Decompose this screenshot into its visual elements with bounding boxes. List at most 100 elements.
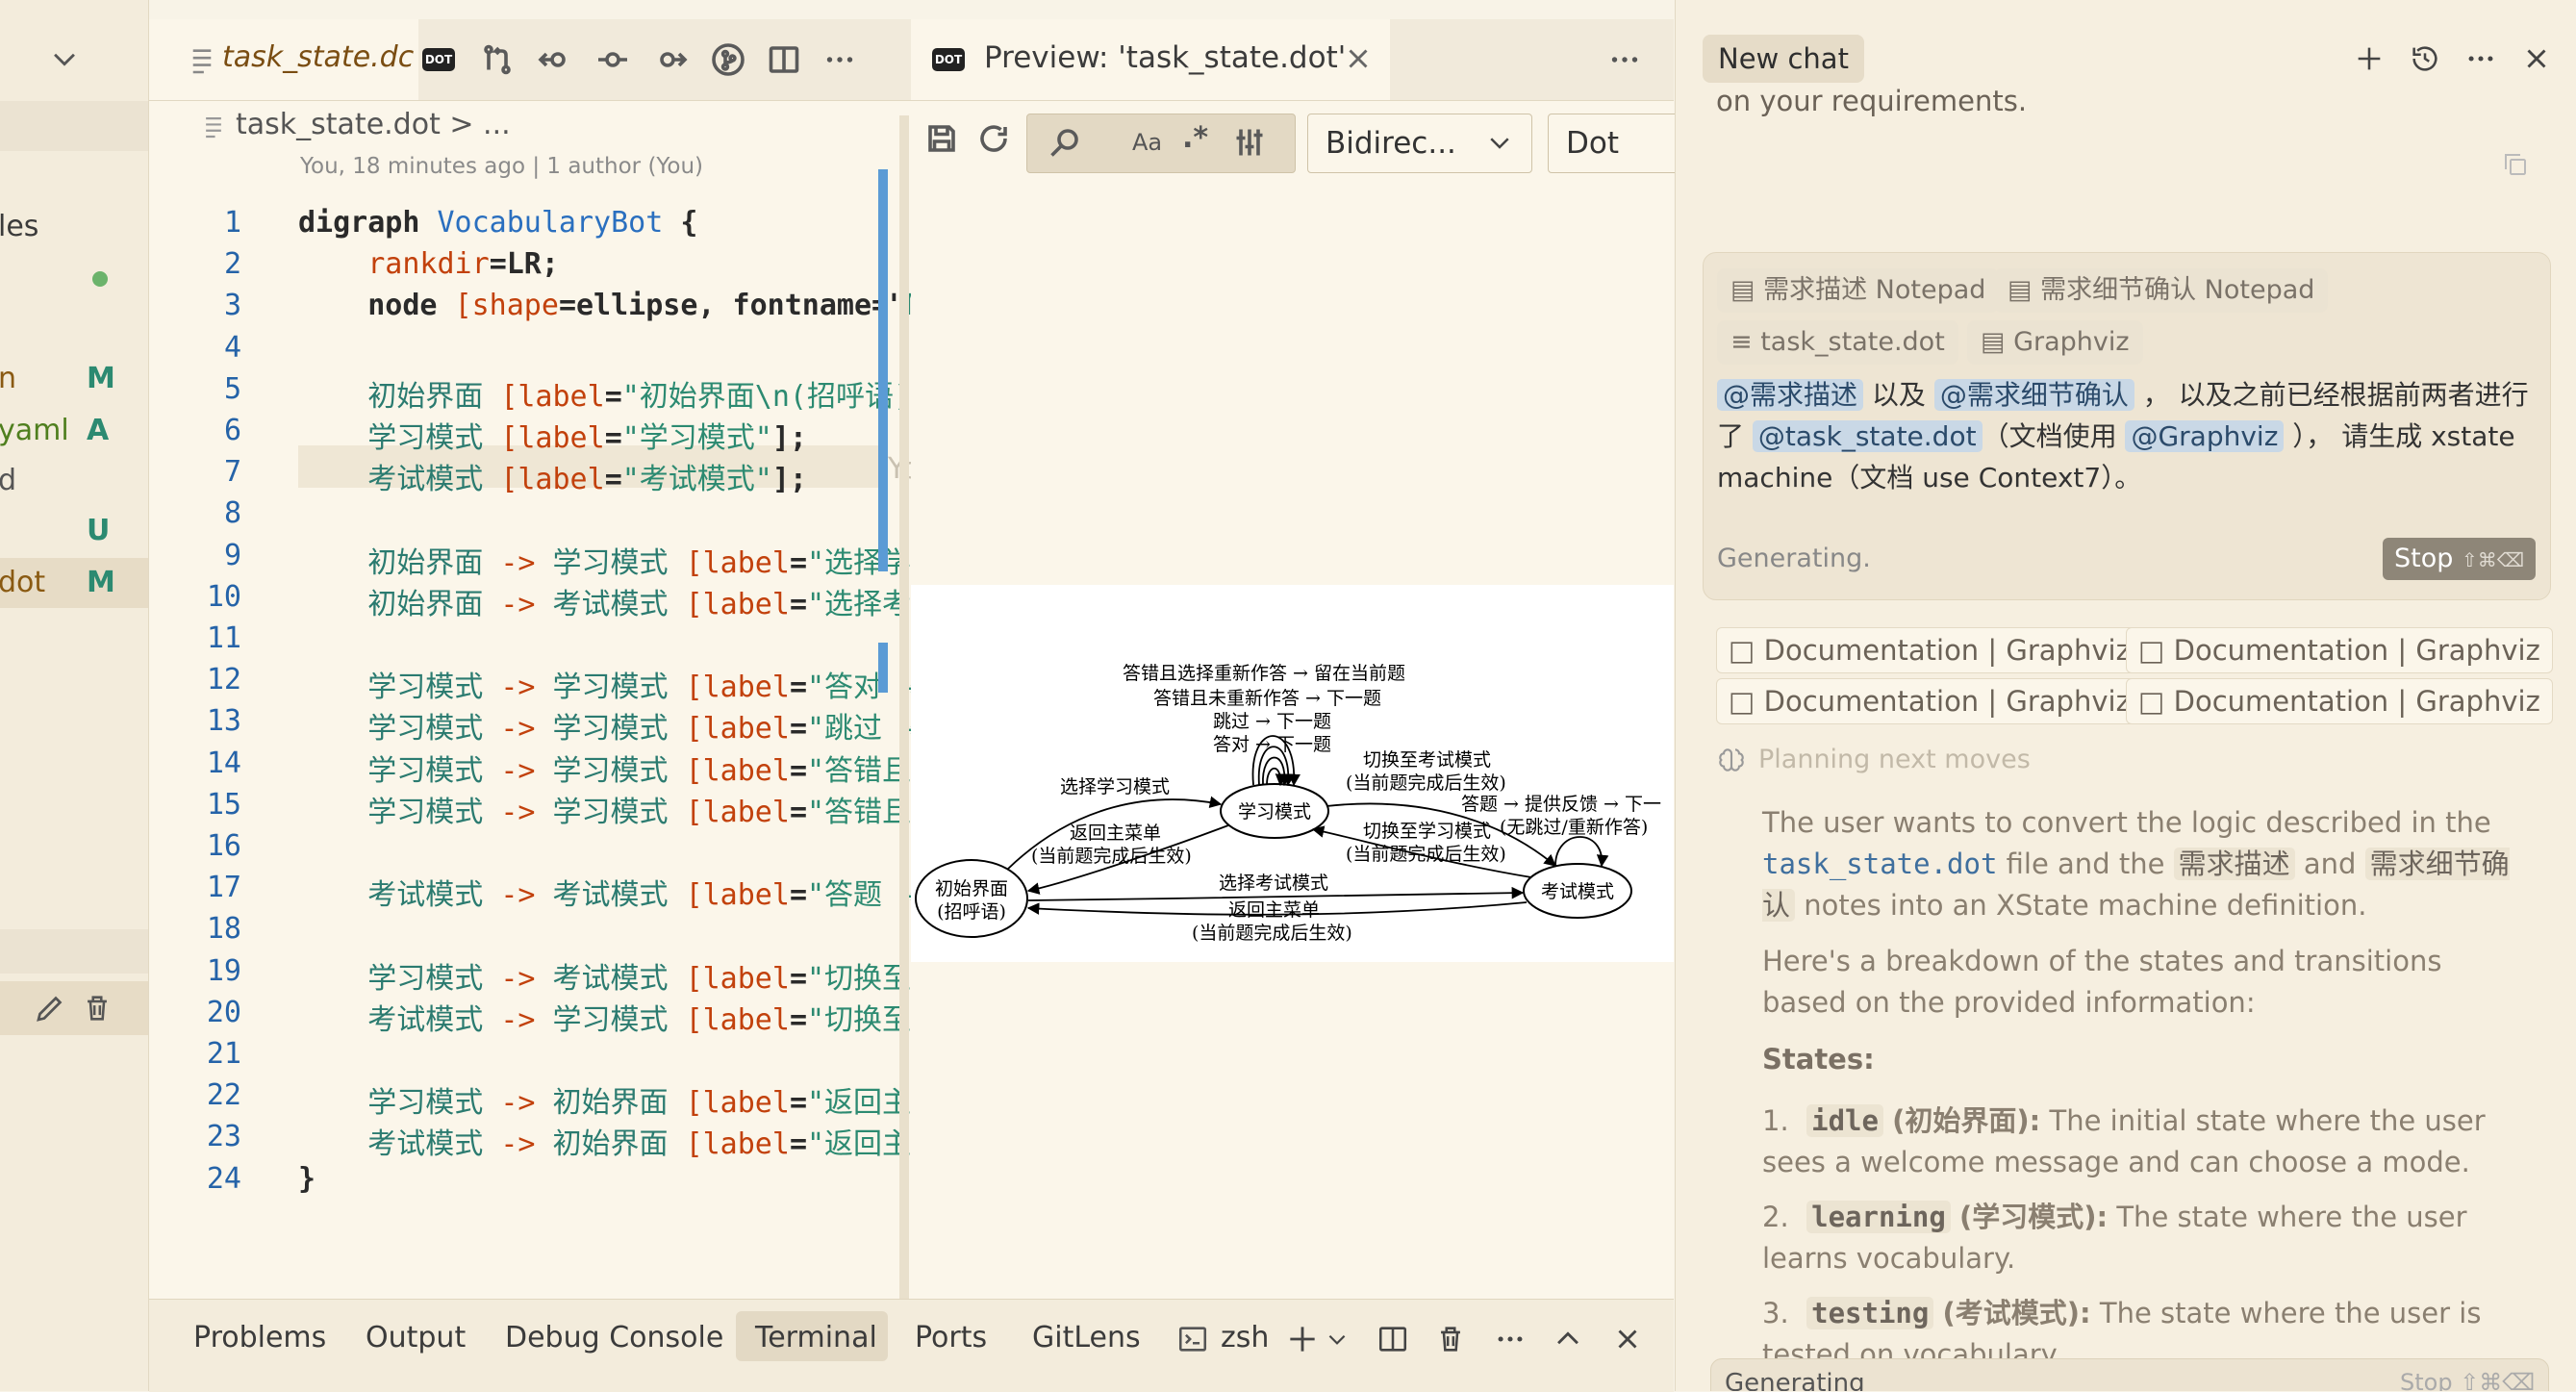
scrollbar[interactable]	[899, 115, 909, 1299]
file-item[interactable]: les	[0, 202, 148, 252]
chat-title-pill[interactable]: New chat	[1703, 35, 1864, 83]
split-terminal-icon[interactable]	[1376, 1323, 1409, 1359]
user-prompt-card[interactable]: ▤ 需求描述 Notepad ▤ 需求细节确认 Notepad ≡ task_s…	[1703, 252, 2551, 600]
state-name: (考试模式):	[1942, 1297, 2091, 1329]
planning-status[interactable]: Planning next moves	[1758, 745, 2031, 774]
more-actions-icon[interactable]	[1604, 38, 1646, 81]
doc-link[interactable]: □ Documentation | Graphviz	[2126, 678, 2553, 724]
terminal-shell-label[interactable]: zsh	[1221, 1321, 1269, 1354]
inline-code: 需求描述	[2173, 848, 2295, 880]
code-line: 初始界面 [label="初始界面\n(招呼语)"]	[298, 372, 911, 415]
maximize-panel-icon[interactable]	[1552, 1323, 1584, 1359]
match-case-toggle[interactable]: Aa	[1132, 129, 1162, 156]
close-panel-icon[interactable]	[1611, 1323, 1644, 1359]
history-icon[interactable]	[2409, 42, 2441, 79]
change-gutter-bar	[878, 643, 888, 693]
tab-terminal[interactable]: Terminal	[755, 1321, 877, 1354]
new-chat-icon[interactable]	[2353, 42, 2386, 79]
code-area[interactable]: 1 digraph VocabularyBot {2 rankdir=LR; 3 n…	[149, 19, 911, 1299]
explorer-sidebar: les nM yamlA d U dotM	[0, 0, 149, 1391]
line-number: 18	[206, 912, 241, 947]
code-token: [label	[685, 1127, 790, 1162]
node-learning-label: 学习模式	[1238, 801, 1311, 823]
stop-button[interactable]: Stop ⇧⌘⌫	[2383, 538, 2537, 580]
filter-settings-icon[interactable]	[1228, 121, 1271, 164]
chat-input-box[interactable]: Generating Stop ⇧⌘⌫	[1710, 1358, 2549, 1391]
file-item-active[interactable]: dot M	[0, 558, 148, 608]
file-name: dot	[0, 566, 46, 599]
tab-problems[interactable]: Problems	[193, 1321, 326, 1354]
inline-code: idle	[1806, 1104, 1883, 1137]
tab-ports[interactable]: Ports	[915, 1321, 987, 1354]
graph-canvas[interactable]: 初始界面 (招呼语) 学习模式 考试模式 答错且选择重新作答 → 留在当前题 答…	[911, 585, 1674, 962]
new-terminal-icon[interactable]	[1284, 1321, 1321, 1361]
file-item[interactable]: yaml A	[0, 406, 148, 456]
line-number: 8	[223, 496, 241, 531]
tab-gitlens[interactable]: GitLens	[1032, 1321, 1141, 1354]
file-item[interactable]: U	[0, 506, 148, 556]
regex-toggle[interactable]: .*	[1182, 121, 1208, 155]
doc-link[interactable]: □ Documentation | Graphviz	[2126, 627, 2553, 673]
close-icon[interactable]	[1342, 42, 1375, 79]
doc-icon: □	[1729, 634, 1764, 667]
notepad-icon: ▤	[2008, 275, 2041, 305]
selected-row[interactable]	[0, 981, 148, 1035]
code-token: "切换至学	[807, 1002, 912, 1037]
chevron-down-icon[interactable]	[1325, 1327, 1350, 1355]
mention[interactable]: @Graphviz	[2125, 420, 2285, 452]
save-icon[interactable]	[921, 117, 963, 160]
code-line: 学习模式 -> 学习模式 [label="答错且未	[298, 747, 911, 789]
mention[interactable]: @需求描述	[1717, 379, 1864, 411]
code-token: =	[789, 1002, 807, 1037]
code-token: 考试模式	[552, 587, 686, 621]
mention[interactable]: @task_state.dot	[1752, 420, 1983, 452]
change-gutter-bar	[878, 169, 888, 571]
code-token: 初始界面	[298, 587, 501, 621]
code-token: 学习模式	[552, 545, 686, 580]
assistant-paragraph: The user wants to convert the logic desc…	[1762, 802, 2532, 926]
doc-link[interactable]: □ Documentation | Graphviz	[1716, 678, 2143, 724]
code-line: digraph VocabularyBot {	[298, 206, 697, 240]
preview-tab[interactable]: DOT Preview: 'task_state.dot'	[911, 19, 1390, 100]
refresh-icon[interactable]	[972, 117, 1015, 160]
code-token: [label	[685, 671, 790, 705]
search-icon[interactable]	[1044, 121, 1086, 164]
state-item: 1. idle (初始界面): The initial state where …	[1762, 1101, 2532, 1183]
close-icon[interactable]	[2520, 42, 2553, 79]
input-stop-button[interactable]: Stop ⇧⌘⌫	[2400, 1369, 2535, 1391]
code-token: 学习模式	[298, 712, 501, 747]
file-item[interactable]: d	[0, 456, 148, 506]
more-actions-icon[interactable]	[2464, 42, 2497, 79]
code-line: 初始界面 -> 考试模式 [label="选择考试	[298, 580, 911, 622]
trash-icon[interactable]	[81, 991, 114, 1029]
stop-label: Stop	[2394, 544, 2454, 573]
edit-icon[interactable]	[33, 991, 67, 1029]
doc-link[interactable]: □ Documentation | Graphviz	[1716, 627, 2143, 673]
graphviz-preview: DOT Preview: 'task_state.dot' Aa .* Bidi…	[911, 19, 1684, 1299]
copy-icon[interactable]	[2501, 150, 2530, 183]
trash-icon[interactable]	[1434, 1323, 1467, 1359]
file-item[interactable]: nM	[0, 354, 148, 404]
engine-select[interactable]: Dot	[1548, 114, 1684, 173]
notepad-icon: ▤	[1730, 275, 1764, 305]
code-token: [label	[685, 961, 790, 996]
doc-label: Documentation | Graphviz	[2173, 685, 2540, 718]
mention[interactable]: @需求细节确认	[1933, 379, 2134, 411]
code-line: 学习模式 [label="学习模式"];	[298, 414, 807, 456]
context-chip[interactable]: ▤ Graphviz	[1967, 320, 2143, 365]
chevron-down-icon[interactable]	[48, 42, 87, 81]
edge-label: 切换至学习模式	[1363, 821, 1491, 842]
file-link[interactable]: task_state.dot	[1762, 848, 1997, 880]
code-token: 学习模式	[298, 961, 501, 996]
git-status: M	[87, 362, 115, 395]
context-chip[interactable]: ▤ 需求细节确认 Notepad	[1994, 268, 2329, 313]
tab-debug-console[interactable]: Debug Console	[505, 1321, 723, 1354]
context-chip[interactable]: ≡ task_state.dot	[1717, 320, 1958, 365]
chat-panel: New chat on your requirements. ▤ 需求描述 No…	[1675, 0, 2576, 1391]
direction-select[interactable]: Bidirec...	[1307, 114, 1532, 173]
tab-output[interactable]: Output	[366, 1321, 466, 1354]
text: The user wants to convert the logic desc…	[1762, 806, 2491, 839]
code-token: [label	[500, 463, 605, 497]
more-actions-icon[interactable]	[1494, 1323, 1527, 1359]
context-chip[interactable]: ▤ 需求描述 Notepad	[1717, 268, 2000, 313]
